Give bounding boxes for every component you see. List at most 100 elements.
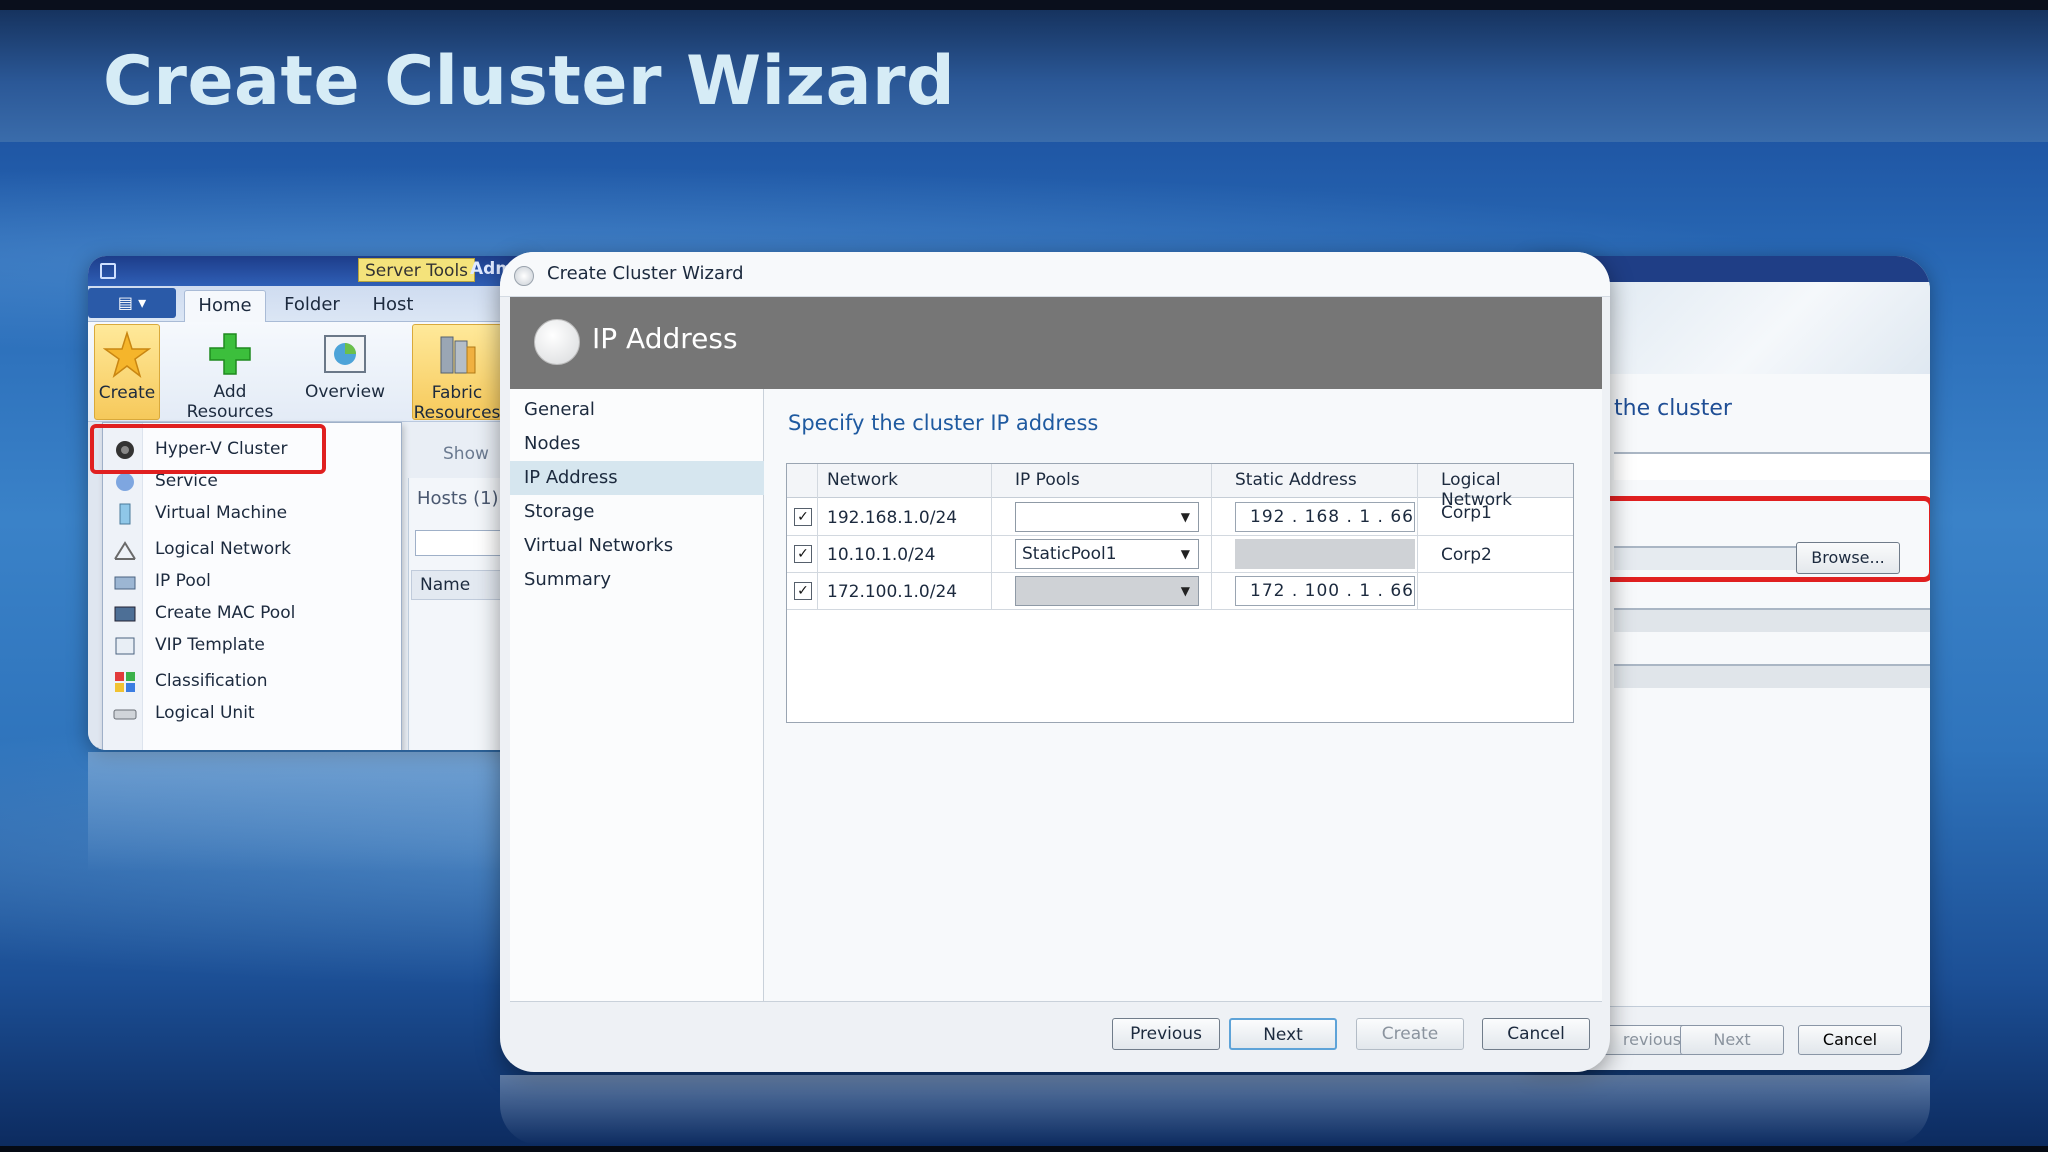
static-address-input xyxy=(1235,539,1415,569)
previous-button[interactable]: Previous xyxy=(1112,1018,1220,1050)
file-menu-button[interactable]: ▤ ▾ xyxy=(88,288,176,318)
table-row[interactable]: ✓ 172.100.1.0/24 ▼ 172 . 100 . 1 . 66 xyxy=(787,573,1573,610)
fabric-resources-label-2: Resources xyxy=(413,403,501,423)
vm-icon xyxy=(119,503,131,525)
menu-item-logical-unit[interactable]: Logical Unit xyxy=(103,699,403,729)
create-button[interactable]: Create xyxy=(1356,1018,1464,1050)
column-header-network[interactable]: Network xyxy=(827,470,898,490)
menu-item-label: Virtual Machine xyxy=(155,503,288,523)
menu-item-label: VIP Template xyxy=(155,635,265,655)
slide-title: Create Cluster Wizard xyxy=(103,42,956,121)
hosts-count-label: Hosts (1) xyxy=(417,488,499,509)
wizard-footer: Previous Next Create Cancel xyxy=(510,1001,1602,1063)
table-row[interactable]: ✓ 10.10.1.0/24 StaticPool1 ▼ Corp2 xyxy=(787,536,1573,573)
ribbon-group-show-label: Show xyxy=(443,444,489,464)
logical-unit-icon xyxy=(113,709,137,720)
logical-network-cell: Corp1 xyxy=(1441,503,1492,523)
server-tools-context-tab[interactable]: Server Tools xyxy=(358,258,476,282)
wizard-titlebar: Create Cluster Wizard xyxy=(500,252,1610,297)
nav-virtual-networks[interactable]: Virtual Networks xyxy=(510,529,764,563)
ip-address-grid: Network IP Pools Static Address Logical … xyxy=(786,463,1574,723)
wizard-page-header: IP Address xyxy=(510,297,1602,389)
add-resources-button[interactable]: Add Resources xyxy=(164,324,296,422)
console-titlebar: Server Tools Admi xyxy=(88,256,528,286)
add-resources-label: Add Resources xyxy=(186,382,274,422)
menu-item-label: Classification xyxy=(155,671,268,691)
ribbon-tab-row: ▤ ▾ Home Folder Host xyxy=(88,286,528,322)
system-menu-icon[interactable] xyxy=(100,263,116,279)
disabled-field xyxy=(1614,608,1930,632)
column-header-ip-pools[interactable]: IP Pools xyxy=(1015,470,1080,490)
f-fragment: F xyxy=(90,744,99,750)
create-label: Create xyxy=(98,383,156,403)
cancel-button[interactable]: Cancel xyxy=(1798,1025,1902,1055)
create-cluster-wizard: Create Cluster Wizard IP Address General… xyxy=(500,252,1610,1072)
grid-header: Network IP Pools Static Address Logical … xyxy=(787,464,1573,510)
page-header-circle-icon xyxy=(534,319,580,365)
ribbon-panel: Create Add Resources Overview Fabric Res… xyxy=(88,322,528,423)
network-cell: 192.168.1.0/24 xyxy=(827,508,958,528)
row-checkbox[interactable]: ✓ xyxy=(794,508,812,526)
overview-button[interactable]: Overview xyxy=(298,324,392,420)
nav-summary[interactable]: Summary xyxy=(510,563,764,597)
menu-item-virtual-machine[interactable]: Virtual Machine xyxy=(103,499,403,529)
overview-chart-icon xyxy=(324,335,366,373)
wizard-step-nav: General Nodes IP Address Storage Virtual… xyxy=(510,389,764,1001)
menu-item-vip-template[interactable]: VIP Template xyxy=(103,631,403,661)
menu-item-label: Create MAC Pool xyxy=(155,603,296,623)
menu-item-label: Logical Unit xyxy=(155,703,255,723)
wizard-reflection xyxy=(500,1075,1930,1145)
ip-pool-icon xyxy=(114,576,136,590)
wizard-window-icon xyxy=(514,266,534,286)
static-address-input[interactable]: 172 . 100 . 1 . 66 xyxy=(1235,576,1415,606)
ip-pool-dropdown[interactable]: StaticPool1 ▼ xyxy=(1015,539,1199,569)
wizard-window-title: Create Cluster Wizard xyxy=(547,263,744,284)
vip-template-icon xyxy=(115,637,135,655)
nav-ip-address[interactable]: IP Address xyxy=(510,461,764,495)
cancel-button[interactable]: Cancel xyxy=(1482,1018,1590,1050)
menu-item-label: IP Pool xyxy=(155,571,211,591)
row-checkbox[interactable]: ✓ xyxy=(794,545,812,563)
menu-item-ip-pool[interactable]: IP Pool xyxy=(103,567,403,597)
hyper-v-cluster-highlight xyxy=(90,424,326,474)
tab-host[interactable]: Host xyxy=(358,290,428,322)
network-cell: 172.100.1.0/24 xyxy=(827,582,958,602)
next-button[interactable]: Next xyxy=(1229,1018,1337,1050)
fabric-server-icon xyxy=(440,336,476,374)
ip-pool-dropdown[interactable]: ▼ xyxy=(1015,502,1199,532)
tab-home[interactable]: Home xyxy=(184,290,266,322)
static-address-input[interactable]: 192 . 168 . 1 . 66 xyxy=(1235,502,1415,532)
next-button[interactable]: Next xyxy=(1680,1025,1784,1055)
left-window-reflection xyxy=(88,752,528,872)
menu-item-logical-network[interactable]: Logical Network xyxy=(103,535,403,565)
service-icon xyxy=(116,473,134,491)
create-button[interactable]: Create xyxy=(94,324,160,420)
cluster-name-field[interactable] xyxy=(1614,452,1930,480)
disabled-field xyxy=(1614,664,1930,688)
network-icon xyxy=(114,541,136,560)
nav-nodes[interactable]: Nodes xyxy=(510,427,764,461)
table-row[interactable]: ✓ 192.168.1.0/24 ▼ 192 . 168 . 1 . 66 Co… xyxy=(787,499,1573,536)
tab-folder[interactable]: Folder xyxy=(272,290,352,322)
vmm-console-window: Server Tools Admi ▤ ▾ Home Folder Host C… xyxy=(88,256,528,750)
fabric-resources-button[interactable]: Fabric Resources xyxy=(412,324,502,423)
menu-item-label: Logical Network xyxy=(155,539,291,559)
classification-icon xyxy=(115,672,135,692)
bottom-edge-bar xyxy=(0,1146,2048,1152)
add-plus-icon xyxy=(209,333,251,375)
create-star-icon xyxy=(103,331,151,379)
cluster-text-fragment: the cluster xyxy=(1614,396,1732,421)
dropdown-arrow-icon: ▼ xyxy=(1180,547,1190,561)
dropdown-arrow-icon: ▼ xyxy=(1180,584,1190,598)
nav-storage[interactable]: Storage xyxy=(510,495,764,529)
menu-item-classification[interactable]: Classification xyxy=(103,667,403,697)
browse-highlight xyxy=(1600,496,1930,582)
overview-label: Overview xyxy=(304,382,386,402)
top-edge-bar xyxy=(0,0,2048,10)
row-checkbox[interactable]: ✓ xyxy=(794,582,812,600)
menu-item-create-mac-pool[interactable]: Create MAC Pool xyxy=(103,599,403,629)
column-header-static-address[interactable]: Static Address xyxy=(1235,470,1357,490)
dropdown-arrow-icon: ▼ xyxy=(1180,510,1190,524)
ip-pool-dropdown[interactable]: ▼ xyxy=(1015,576,1199,606)
nav-general[interactable]: General xyxy=(510,393,764,427)
